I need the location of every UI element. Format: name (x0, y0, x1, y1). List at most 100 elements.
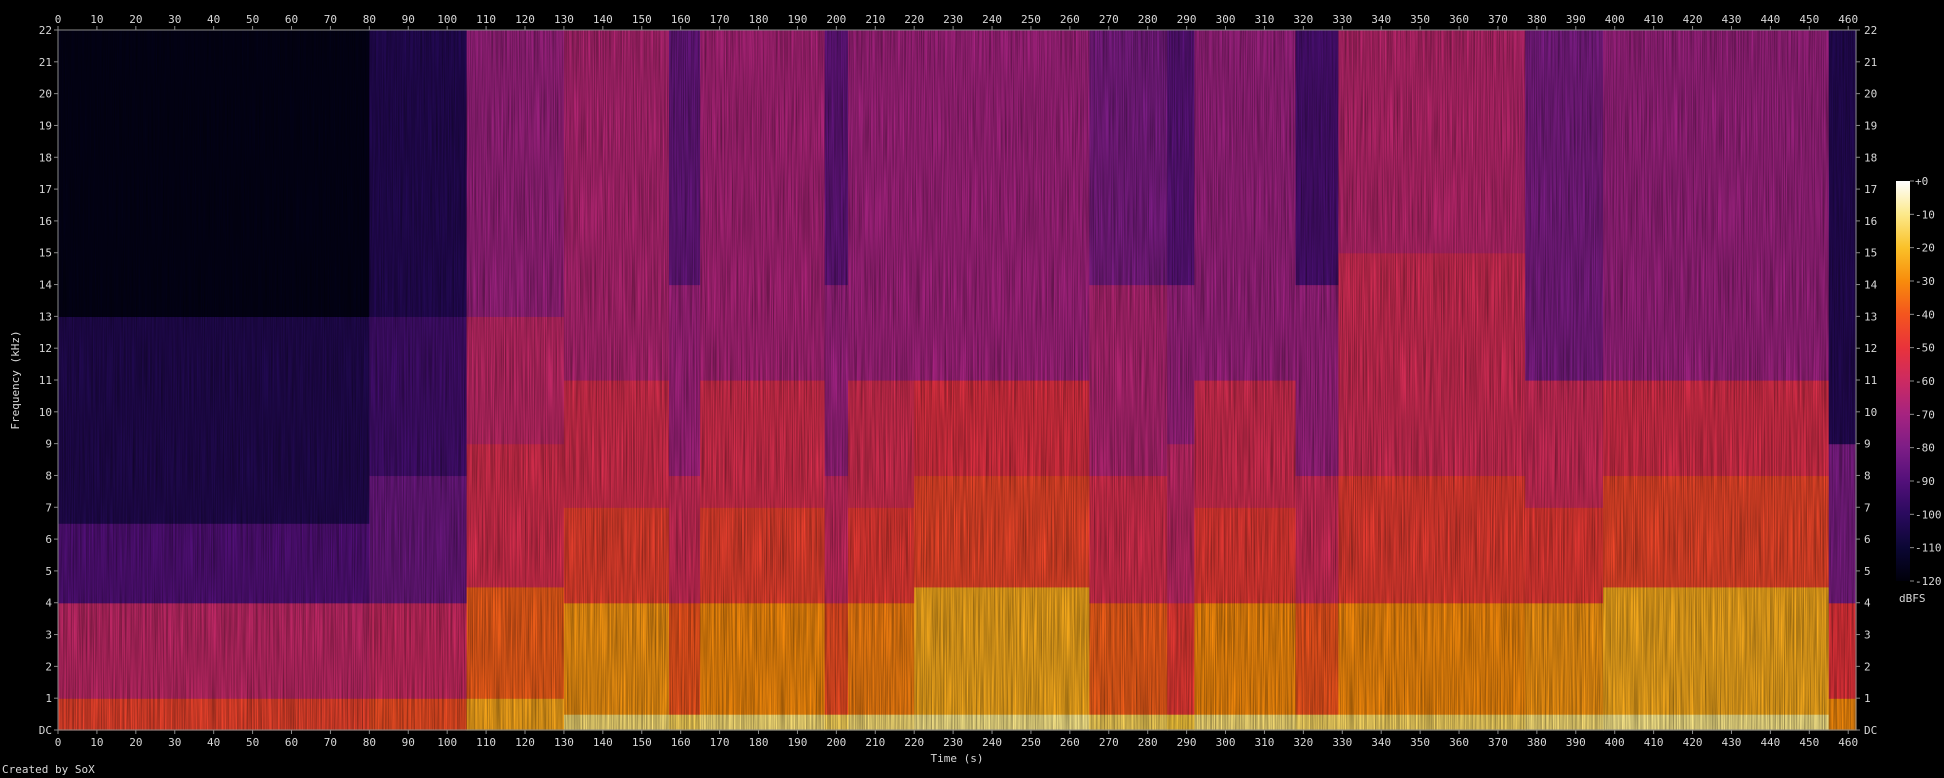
x-tick-label-top: 290 (1177, 13, 1197, 26)
x-tick-label-bottom: 70 (324, 736, 337, 749)
y-tick-label-right: 22 (1864, 24, 1877, 37)
x-tick-label-top: 200 (826, 13, 846, 26)
x-tick-label-bottom: 190 (787, 736, 807, 749)
x-tick-label-bottom: 340 (1371, 736, 1391, 749)
x-tick-label-bottom: 90 (402, 736, 415, 749)
x-tick-label-top: 250 (1021, 13, 1041, 26)
colorbar-tick-label: +0 (1915, 175, 1928, 188)
x-tick-label-top: 130 (554, 13, 574, 26)
x-tick-label-top: 170 (710, 13, 730, 26)
x-tick-label-top: 60 (285, 13, 298, 26)
x-tick-label-top: 30 (168, 13, 181, 26)
x-tick-label-bottom: 60 (285, 736, 298, 749)
x-tick-label-bottom: 160 (671, 736, 691, 749)
x-tick-label-bottom: 10 (90, 736, 103, 749)
x-tick-label-top: 20 (129, 13, 142, 26)
colorbar (1896, 181, 1910, 581)
y-tick-label-right: 12 (1864, 342, 1877, 355)
y-tick-label-right: 19 (1864, 119, 1877, 132)
colorbar-ticks: +0 -10 -20 -30 -40 -50 -60 -70 -80 -90 -100 -110 -12… (1910, 175, 1942, 588)
x-tick-label-bottom: 280 (1138, 736, 1158, 749)
y-tick-label-left: 16 (39, 215, 52, 228)
x-tick-label-bottom: 430 (1722, 736, 1742, 749)
x-tick-label-top: 380 (1527, 13, 1547, 26)
x-tick-label-top: 140 (593, 13, 613, 26)
x-tick-label-top: 450 (1799, 13, 1819, 26)
x-tick-label-bottom: 200 (826, 736, 846, 749)
x-tick-label-bottom: 110 (476, 736, 496, 749)
x-tick-label-bottom: 450 (1799, 736, 1819, 749)
y-tick-label-left: 18 (39, 151, 52, 164)
y-tick-label-right: 4 (1864, 597, 1871, 610)
y-tick-label-right: 18 (1864, 151, 1877, 164)
x-tick-label-top: 50 (246, 13, 259, 26)
x-tick-label-top: 400 (1605, 13, 1625, 26)
colorbar-tick-label: -70 (1915, 408, 1935, 421)
y-tick-label-right: 1 (1864, 692, 1871, 705)
x-tick-label-top: 440 (1760, 13, 1780, 26)
x-tick-label-top: 70 (324, 13, 337, 26)
y-tick-label-left: 2 (45, 660, 52, 673)
y-tick-label-left: 9 (45, 438, 52, 451)
x-tick-label-bottom: 80 (363, 736, 376, 749)
x-tick-label-top: 310 (1255, 13, 1275, 26)
colorbar-tick-label: -30 (1915, 275, 1935, 288)
x-tick-label-bottom: 240 (982, 736, 1002, 749)
x-tick-label-top: 280 (1138, 13, 1158, 26)
x-tick-label-bottom: 270 (1099, 736, 1119, 749)
x-tick-label-bottom: 0 (55, 736, 62, 749)
y-tick-label-right: 13 (1864, 310, 1877, 323)
y-tick-label-left: 22 (39, 24, 52, 37)
x-tick-label-top: 230 (943, 13, 963, 26)
x-tick-label-top: 430 (1722, 13, 1742, 26)
x-tick-label-bottom: 250 (1021, 736, 1041, 749)
x-tick-label-bottom: 140 (593, 736, 613, 749)
x-tick-label-top: 360 (1449, 13, 1469, 26)
x-tick-label-top: 160 (671, 13, 691, 26)
x-tick-label-top: 300 (1216, 13, 1236, 26)
y-tick-label-left: 5 (45, 565, 52, 578)
x-tick-label-top: 90 (402, 13, 415, 26)
x-tick-label-bottom: 440 (1760, 736, 1780, 749)
x-tick-label-top: 340 (1371, 13, 1391, 26)
colorbar-tick-label: -80 (1915, 442, 1935, 455)
x-tick-label-bottom: 130 (554, 736, 574, 749)
colorbar-tick-label: -90 (1915, 475, 1935, 488)
y-tick-label-right: 5 (1864, 565, 1871, 578)
y-tick-label-left: 7 (45, 501, 52, 514)
y-tick-label-right: DC (1864, 724, 1877, 737)
y-tick-label-right: 8 (1864, 469, 1871, 482)
x-tick-label-bottom: 420 (1683, 736, 1703, 749)
x-tick-label-bottom: 170 (710, 736, 730, 749)
x-tick-label-bottom: 300 (1216, 736, 1236, 749)
credit-text: Created by SoX (2, 763, 95, 776)
y-tick-label-right: 7 (1864, 501, 1871, 514)
x-tick-label-top: 80 (363, 13, 376, 26)
x-tick-label-top: 100 (437, 13, 457, 26)
colorbar-label: dBFS (1899, 592, 1926, 605)
x-tick-label-bottom: 230 (943, 736, 963, 749)
y-tick-label-left: 10 (39, 406, 52, 419)
y-axis-label: Frequency (kHz) (9, 330, 22, 429)
y-tick-label-left: 11 (39, 374, 52, 387)
y-tick-label-right: 9 (1864, 438, 1871, 451)
x-tick-label-top: 330 (1332, 13, 1352, 26)
y-tick-label-left: DC (39, 724, 52, 737)
x-tick-label-top: 460 (1838, 13, 1858, 26)
x-tick-label-bottom: 400 (1605, 736, 1625, 749)
x-axis-label: Time (s) (931, 752, 984, 765)
y-tick-label-right: 21 (1864, 56, 1877, 69)
x-tick-label-top: 10 (90, 13, 103, 26)
x-tick-label-top: 260 (1060, 13, 1080, 26)
x-tick-label-top: 220 (904, 13, 924, 26)
y-tick-label-left: 21 (39, 56, 52, 69)
x-tick-label-top: 240 (982, 13, 1002, 26)
x-tick-label-top: 370 (1488, 13, 1508, 26)
y-tick-label-left: 15 (39, 247, 52, 260)
x-tick-label-top: 180 (749, 13, 769, 26)
colorbar-tick-label: -60 (1915, 375, 1935, 388)
x-tick-label-bottom: 40 (207, 736, 220, 749)
colorbar-tick-label: -120 (1915, 575, 1942, 588)
y-tick-label-left: 6 (45, 533, 52, 546)
x-tick-label-bottom: 50 (246, 736, 259, 749)
